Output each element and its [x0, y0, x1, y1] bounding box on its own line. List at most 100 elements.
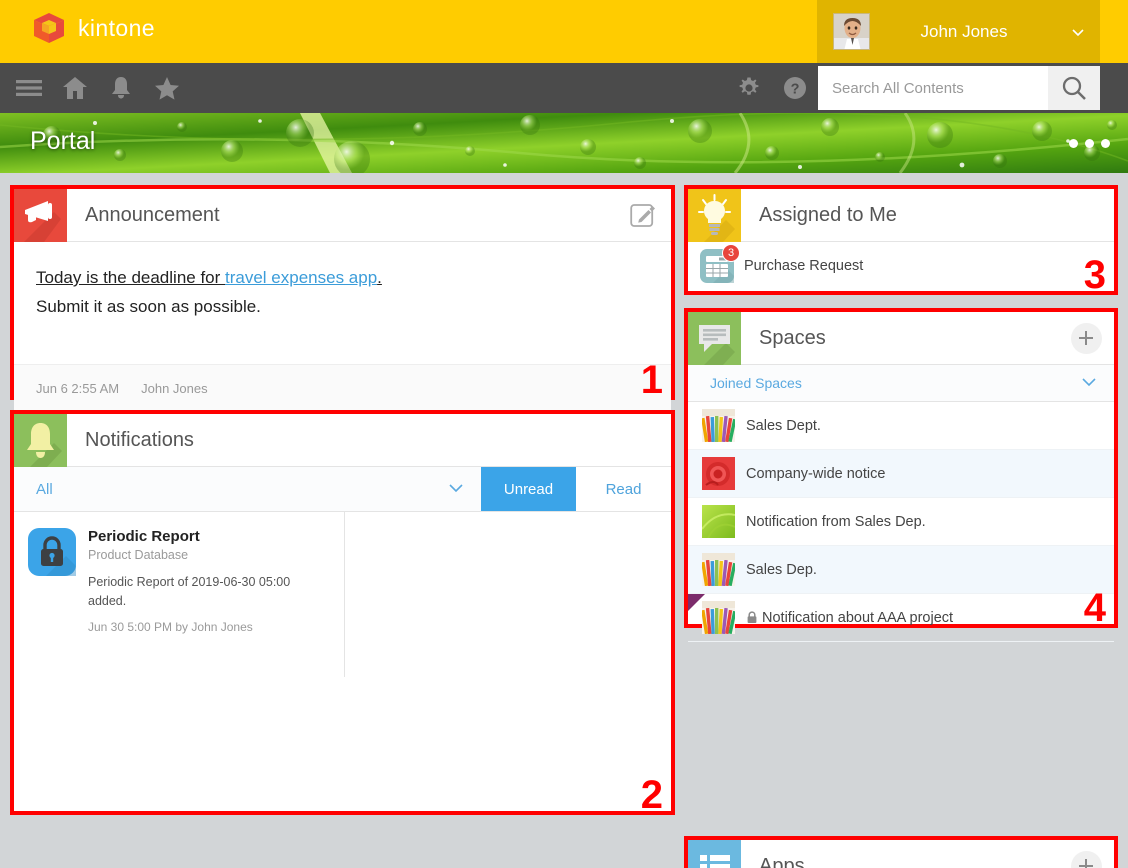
- kintone-portal-page: kintone John Jones: [0, 0, 1128, 868]
- space-label: Sales Dep.: [746, 562, 817, 578]
- announcement-title: Announcement: [67, 189, 615, 241]
- notification-detail-pane: [345, 512, 671, 677]
- colored-pencils-thumb-icon: [702, 409, 735, 442]
- announcement-edit-button[interactable]: [615, 189, 671, 241]
- notification-time: Jun 30 5:00 PM by John Jones: [88, 620, 330, 634]
- svg-text:?: ?: [791, 82, 800, 98]
- chevron-down-icon: [447, 481, 465, 498]
- space-row[interactable]: Sales Dept.: [688, 402, 1114, 450]
- assigned-header: Assigned to Me: [688, 189, 1114, 242]
- assigned-title: Assigned to Me: [741, 189, 1114, 241]
- spaces-header: Spaces: [688, 312, 1114, 365]
- global-toolbar: ?: [0, 63, 1128, 113]
- plus-icon: [1071, 323, 1102, 354]
- search-button[interactable]: [1048, 66, 1100, 110]
- space-label: Notification about AAA project: [762, 610, 953, 626]
- brand-name: kintone: [78, 15, 155, 42]
- lock-icon: [746, 611, 758, 624]
- annotation-marker-4: 4: [1084, 588, 1106, 628]
- tab-read[interactable]: Read: [576, 467, 671, 511]
- announcement-portlet: Announcement Today is the deadline for t…: [10, 185, 675, 400]
- hamburger-menu-icon[interactable]: [6, 63, 52, 113]
- lock-app-icon: [28, 528, 76, 576]
- apps-portlet: Apps All Apps: [684, 836, 1118, 868]
- notification-text: Periodic Report of 2019-06-30 05:00 adde…: [88, 573, 330, 612]
- colored-pencils-thumb-icon: [702, 601, 735, 634]
- apps-title: Apps: [741, 840, 1058, 868]
- notification-details: Periodic Report Product Database Periodi…: [88, 528, 330, 677]
- kintone-cube-logo-icon: [32, 12, 66, 44]
- chevron-down-icon: [1070, 24, 1086, 40]
- notifications-filter-value: All: [36, 481, 53, 498]
- list-view-icon: [688, 840, 741, 868]
- lightbulb-icon: [688, 189, 741, 242]
- portal-content: Announcement Today is the deadline for t…: [0, 173, 1128, 868]
- notifications-filter-dropdown[interactable]: All: [14, 467, 481, 511]
- announcement-line-2: Submit it as soon as possible.: [36, 297, 649, 317]
- help-icon[interactable]: ?: [772, 63, 818, 113]
- bell-icon[interactable]: [98, 63, 144, 113]
- speech-bubble-icon: [688, 312, 741, 365]
- page-title: Portal: [30, 127, 95, 156]
- spaces-group-label: Joined Spaces: [710, 375, 802, 391]
- apps-header: Apps: [688, 840, 1114, 868]
- notifications-read-toggle: Unread Read: [481, 467, 671, 511]
- notifications-header: Notifications: [14, 414, 671, 467]
- home-icon[interactable]: [52, 63, 98, 113]
- bell-icon: [14, 414, 67, 467]
- user-menu[interactable]: John Jones: [817, 0, 1100, 63]
- megaphone-icon: [14, 189, 67, 242]
- portal-banner: Portal: [0, 113, 1128, 173]
- announcement-body: Today is the deadline for travel expense…: [14, 242, 671, 364]
- notification-name: Periodic Report: [88, 528, 330, 545]
- add-app-button[interactable]: [1058, 840, 1114, 868]
- brand-bar: kintone John Jones: [0, 0, 1128, 63]
- announcement-line-1: Today is the deadline for travel expense…: [36, 268, 649, 288]
- ellipsis-menu-icon[interactable]: [1069, 139, 1110, 148]
- add-space-button[interactable]: [1058, 312, 1114, 364]
- tab-unread[interactable]: Unread: [481, 467, 576, 511]
- space-row[interactable]: Company-wide notice: [688, 450, 1114, 498]
- notifications-title: Notifications: [67, 414, 671, 466]
- plus-icon: [1071, 851, 1102, 868]
- notifications-portlet: Notifications All Unread Read: [10, 410, 675, 815]
- notification-app: Product Database: [88, 548, 330, 562]
- announcement-text-suffix: .: [377, 268, 382, 287]
- leaf-background-image: [0, 113, 1128, 173]
- announcement-footer: Jun 6 2:55 AM John Jones: [14, 364, 671, 412]
- assigned-to-me-portlet: Assigned to Me: [684, 185, 1118, 295]
- annotation-marker-2: 2: [641, 775, 663, 815]
- assigned-item-label: Purchase Request: [744, 258, 863, 274]
- spaces-group-joined[interactable]: Joined Spaces: [688, 365, 1114, 402]
- search-input[interactable]: [818, 66, 1048, 110]
- colored-pencils-thumb-icon: [702, 553, 735, 586]
- space-row[interactable]: Notification about AAA project: [688, 594, 1114, 642]
- announcement-header: Announcement: [14, 189, 671, 242]
- space-row[interactable]: Sales Dep.: [688, 546, 1114, 594]
- space-row[interactable]: Notification from Sales Dep.: [688, 498, 1114, 546]
- assigned-item-purchase-request[interactable]: 3 Purchase Request: [688, 242, 1114, 290]
- calculator-app-icon-wrap: 3: [700, 249, 734, 283]
- search-area: [818, 66, 1100, 110]
- space-label: Company-wide notice: [746, 466, 885, 482]
- star-icon[interactable]: [144, 63, 190, 113]
- red-rose-thumb-icon: [702, 457, 735, 490]
- notifications-list: Periodic Report Product Database Periodi…: [14, 512, 671, 677]
- announcement-author: John Jones: [141, 381, 208, 396]
- gear-icon[interactable]: [726, 63, 772, 113]
- notifications-filter-bar: All Unread Read: [14, 467, 671, 512]
- user-name: John Jones: [870, 22, 1070, 42]
- annotation-marker-1: 1: [641, 360, 663, 400]
- space-label: Sales Dept.: [746, 418, 821, 434]
- announcement-text-prefix: Today is the deadline for: [36, 268, 225, 287]
- travel-expenses-app-link[interactable]: travel expenses app: [225, 268, 377, 287]
- kintone-logo[interactable]: kintone: [32, 12, 155, 44]
- green-leaf-thumb-icon: [702, 505, 735, 538]
- annotation-marker-3: 3: [1084, 255, 1106, 295]
- space-label-private: Notification about AAA project: [746, 610, 953, 626]
- spaces-portlet: Spaces Joined Spaces: [684, 308, 1118, 628]
- announcement-timestamp: Jun 6 2:55 AM: [36, 381, 119, 396]
- notification-item[interactable]: Periodic Report Product Database Periodi…: [14, 512, 345, 677]
- private-space-corner-flag-icon: [688, 594, 705, 611]
- spaces-title: Spaces: [741, 312, 1058, 364]
